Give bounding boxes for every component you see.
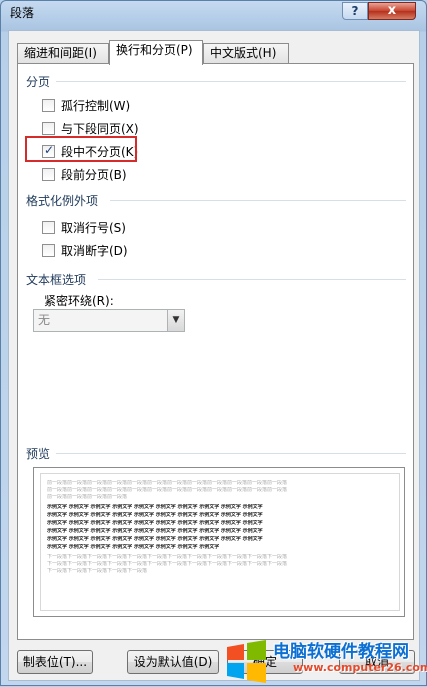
preview-group-label: 预览 (26, 447, 51, 461)
page-break-before-label: 段前分页(B) (61, 167, 127, 182)
widow-control-checkbox[interactable] (42, 98, 55, 112)
tight-wrap-select[interactable]: 无 ▼ (33, 309, 185, 332)
page-break-before-option[interactable]: 段前分页(B) (42, 165, 127, 183)
preview-sample-line: 示例文字 示例文字 示例文字 示例文字 示例文字 示例文字 示例文字 示例文字 … (47, 512, 263, 518)
widow-control-label: 孤行控制(W) (61, 98, 131, 113)
tight-wrap-label: 紧密环绕(R): (44, 294, 114, 308)
preview-next-line: 下一段落下一段落下一段落下一段落下一段落下一段落下一段落下一段落下一段落下一段落… (47, 561, 288, 567)
group-divider (56, 81, 406, 82)
preview-sample-line: 示例文字 示例文字 示例文字 示例文字 示例文字 示例文字 示例文字 示例文字 … (47, 504, 263, 510)
widow-control-option[interactable]: 孤行控制(W) (42, 96, 130, 114)
help-button[interactable]: ? (342, 2, 368, 20)
paragraph-dialog: 段落 ? x 缩进和间距(I) 换行和分页(P) 中文版式(H) 分页 孤行控制… (0, 0, 427, 686)
page-break-before-checkbox[interactable] (42, 167, 55, 181)
preview-sample-line: 示例文字 示例文字 示例文字 示例文字 示例文字 示例文字 示例文字 示例文字 … (47, 520, 263, 526)
dont-hyphenate-option[interactable]: 取消断字(D) (42, 241, 128, 259)
preview-prev-line: 前一段落前一段落前一段落前一段落 (47, 494, 128, 500)
keep-with-next-option[interactable]: 与下段同页(X) (42, 119, 139, 137)
suppress-line-numbers-label: 取消行号(S) (61, 220, 126, 235)
preview-prev-line: 前一段落前一段落前一段落前一段落前一段落前一段落前一段落前一段落前一段落前一段落… (47, 480, 288, 486)
keep-with-next-label: 与下段同页(X) (61, 121, 139, 136)
site-watermark: 电脑软硬件教程网 www.computer26.com (221, 637, 427, 687)
tab-indent-spacing[interactable]: 缩进和间距(I) (17, 43, 109, 64)
group-divider (110, 200, 406, 201)
preview-page: 前一段落前一段落前一段落前一段落前一段落前一段落前一段落前一段落前一段落前一段落… (40, 473, 400, 611)
preview-sample-line: 示例文字 示例文字 示例文字 示例文字 示例文字 示例文字 示例文字 示例文字 (47, 544, 220, 550)
dont-hyphenate-checkbox[interactable] (42, 243, 55, 257)
dialog-client-area: 缩进和间距(I) 换行和分页(P) 中文版式(H) 分页 孤行控制(W) 与下段… (8, 30, 420, 681)
preview-next-line: 下一段落下一段落下一段落下一段落下一段落下一段落下一段落下一段落下一段落下一段落… (47, 554, 288, 560)
group-divider (56, 453, 406, 454)
dont-hyphenate-label: 取消断字(D) (61, 243, 128, 258)
preview-sample-line: 示例文字 示例文字 示例文字 示例文字 示例文字 示例文字 示例文字 示例文字 … (47, 528, 263, 534)
chevron-down-icon[interactable]: ▼ (167, 310, 184, 331)
tabs-button[interactable]: 制表位(T)... (17, 650, 93, 674)
set-default-button[interactable]: 设为默认值(D) (127, 650, 219, 674)
pagination-group-label: 分页 (26, 75, 51, 89)
dialog-title: 段落 (10, 6, 35, 20)
windows-logo-icon (227, 640, 266, 683)
textbox-group-label: 文本框选项 (26, 273, 87, 287)
tight-wrap-value: 无 (38, 313, 51, 327)
preview-prev-line: 前一段落前一段落前一段落前一段落前一段落前一段落前一段落前一段落前一段落前一段落… (47, 487, 288, 493)
tab-line-page-breaks[interactable]: 换行和分页(P) (109, 40, 203, 65)
preview-box: 前一段落前一段落前一段落前一段落前一段落前一段落前一段落前一段落前一段落前一段落… (33, 467, 405, 617)
watermark-site-name: 电脑软硬件教程网 (273, 642, 409, 662)
preview-next-line: 下一段落下一段落下一段落下一段落下一段落 (47, 568, 148, 574)
group-divider (98, 279, 406, 280)
preview-sample-line: 示例文字 示例文字 示例文字 示例文字 示例文字 示例文字 示例文字 示例文字 … (47, 536, 263, 542)
exceptions-group-label: 格式化例外项 (26, 194, 99, 208)
tab-asian-typography[interactable]: 中文版式(H) (203, 43, 289, 64)
suppress-line-numbers-option[interactable]: 取消行号(S) (42, 218, 126, 236)
highlight-box (25, 136, 137, 162)
suppress-line-numbers-checkbox[interactable] (42, 220, 55, 234)
keep-with-next-checkbox[interactable] (42, 121, 55, 135)
close-button[interactable]: x (368, 2, 416, 20)
watermark-site-url: www.computer26.com (293, 661, 427, 674)
